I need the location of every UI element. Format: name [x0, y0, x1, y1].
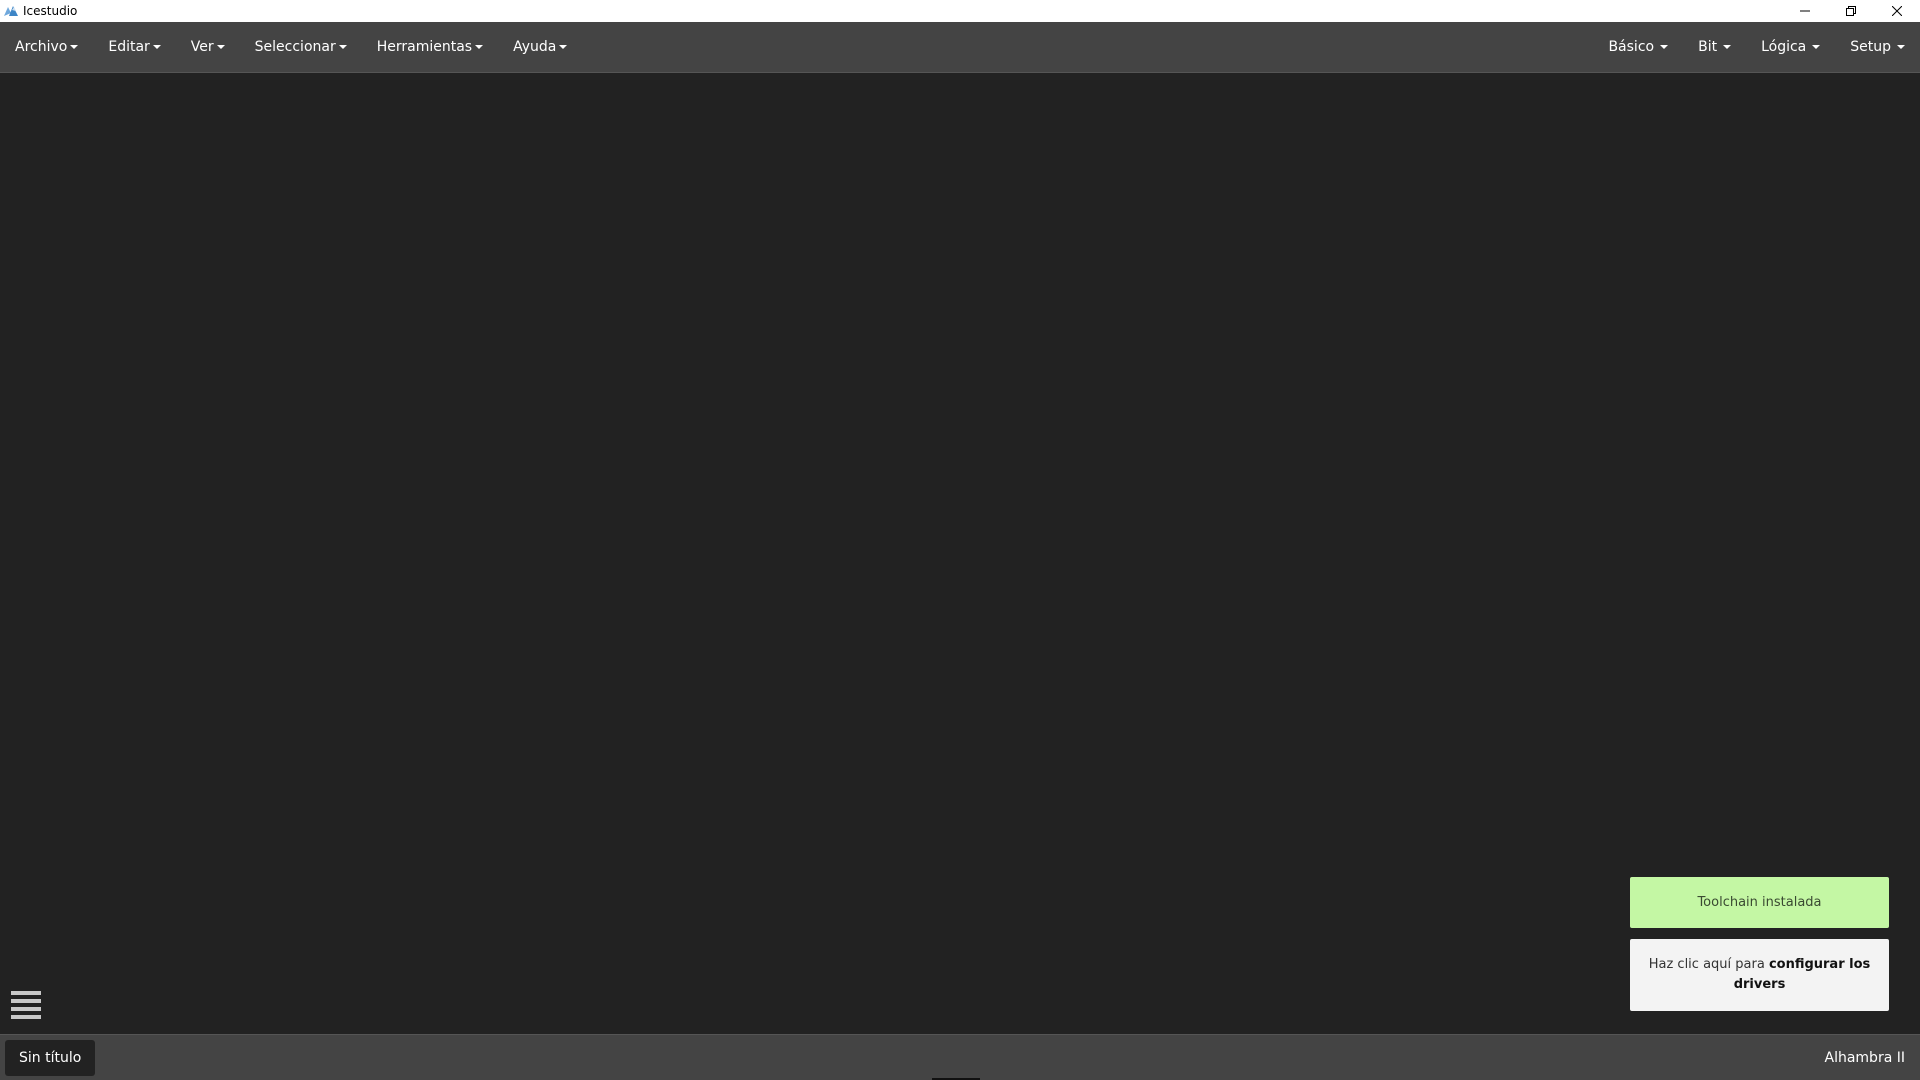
menu-seleccionar[interactable]: Seleccionar — [240, 22, 362, 72]
menu-basico[interactable]: Básico — [1593, 22, 1683, 72]
blocks-menu: Básico Bit Lógica Setup — [1593, 22, 1920, 72]
caret-down-icon — [1660, 45, 1669, 49]
notification-prefix: Haz clic aquí para — [1648, 957, 1769, 972]
menu-label: Bit — [1698, 39, 1718, 55]
notification-text: Haz clic aquí para configurar los driver… — [1644, 955, 1875, 995]
menu-label: Setup — [1850, 39, 1891, 55]
hamburger-bar — [11, 999, 41, 1003]
title-bar: Icestudio — [0, 0, 1920, 22]
menu-label: Seleccionar — [254, 39, 336, 55]
menu-bar: Archivo Editar Ver Seleccionar Herramien… — [0, 22, 1920, 73]
caret-down-icon — [475, 45, 484, 49]
caret-down-icon — [338, 45, 347, 49]
restore-button[interactable] — [1828, 0, 1874, 22]
hamburger-bar — [11, 991, 41, 995]
drivers-notification[interactable]: Haz clic aquí para configurar los driver… — [1630, 939, 1889, 1011]
menu-label: Ver — [190, 39, 214, 55]
caret-down-icon — [70, 45, 79, 49]
caret-down-icon — [152, 45, 161, 49]
status-bar: Sin título Alhambra II — [0, 1034, 1920, 1080]
menu-setup[interactable]: Setup — [1835, 22, 1920, 72]
file-name: Sin título — [19, 1049, 82, 1066]
caret-down-icon — [1897, 45, 1905, 49]
main-menu: Archivo Editar Ver Seleccionar Herramien… — [0, 22, 582, 72]
menu-ayuda[interactable]: Ayuda — [498, 22, 582, 72]
minimize-icon — [1800, 10, 1810, 12]
board-selector[interactable]: Alhambra II — [1825, 1050, 1906, 1066]
window-controls — [1782, 0, 1920, 22]
hamburger-bar — [11, 1007, 41, 1011]
menu-ver[interactable]: Ver — [176, 22, 240, 72]
menu-bit[interactable]: Bit — [1683, 22, 1746, 72]
menu-label: Básico — [1608, 39, 1655, 55]
file-name-tab[interactable]: Sin título — [5, 1039, 96, 1076]
icestudio-logo-icon — [2, 2, 20, 20]
menu-label: Ayuda — [513, 39, 557, 55]
menu-label: Herramientas — [376, 39, 473, 55]
hamburger-menu-icon[interactable] — [11, 991, 41, 1019]
menu-archivo[interactable]: Archivo — [0, 22, 93, 72]
hamburger-bar — [11, 1015, 41, 1019]
menu-label: Editar — [108, 39, 150, 55]
toolchain-notification[interactable]: Toolchain instalada — [1630, 877, 1889, 928]
caret-down-icon — [216, 45, 225, 49]
menu-herramientas[interactable]: Herramientas — [362, 22, 498, 72]
minimize-button[interactable] — [1782, 0, 1828, 22]
menu-editar[interactable]: Editar — [93, 22, 175, 72]
notification-text: Toolchain instalada — [1697, 895, 1822, 910]
window-title: Icestudio — [23, 4, 78, 18]
menu-label: Lógica — [1761, 39, 1807, 55]
caret-down-icon — [1723, 45, 1732, 49]
close-icon — [1892, 6, 1902, 16]
caret-down-icon — [1812, 45, 1821, 49]
caret-down-icon — [559, 45, 568, 49]
restore-icon — [1846, 6, 1856, 16]
menu-logica[interactable]: Lógica — [1746, 22, 1835, 72]
close-button[interactable] — [1874, 0, 1920, 22]
menu-label: Archivo — [15, 39, 68, 55]
